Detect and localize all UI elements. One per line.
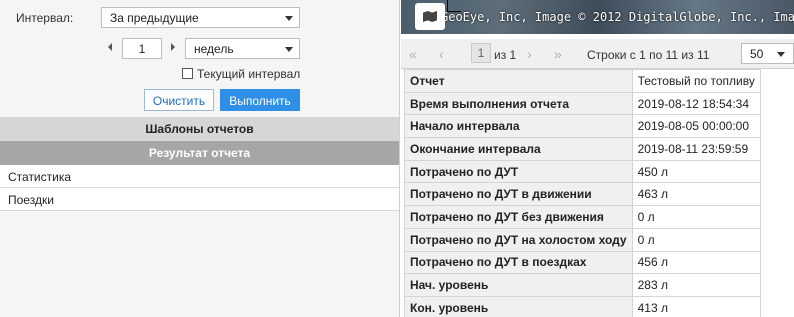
chevron-down-icon [285, 16, 293, 21]
current-interval-label[interactable]: Текущий интервал [197, 67, 300, 81]
interval-type-select[interactable]: За предыдущие [101, 7, 300, 28]
arrow-left-icon[interactable] [108, 43, 112, 51]
chevron-down-icon [285, 47, 293, 52]
table-row: Окончание интервала 2019-08-11 23:59:59 [404, 137, 761, 161]
result-item-statistics[interactable]: Статистика [0, 165, 399, 188]
report-settings-panel: Интервал: За предыдущие 1 недель Текущий… [0, 0, 400, 317]
interval-unit-select[interactable]: недель [185, 38, 300, 59]
table-row: Потрачено по ДУТ на холостом ходу 0 л [404, 227, 761, 252]
row-key: Кон. уровень [404, 295, 633, 317]
row-key: Отчет [404, 69, 633, 93]
table-row: Кон. уровень 413 л [404, 295, 761, 317]
table-row: Потрачено по ДУТ без движения 0 л [404, 205, 761, 229]
interval-label: Интервал: [16, 11, 74, 25]
current-interval-checkbox[interactable] [182, 68, 193, 79]
table-row: Потрачено по ДУТ 450 л [404, 159, 761, 184]
interval-count-input[interactable]: 1 [122, 38, 162, 59]
row-key: Потрачено по ДУТ без движения [404, 205, 633, 229]
report-table: Отчет Тестовый по топливу Время выполнени… [404, 69, 761, 317]
row-value: 456 л [631, 250, 761, 275]
map-scale-bar [447, 0, 461, 12]
page-size-value: 50 [750, 47, 764, 61]
map-icon [423, 11, 437, 22]
run-button[interactable]: Выполнить [220, 89, 300, 111]
last-page-icon[interactable]: » [554, 47, 562, 61]
interval-type-value: За предыдущие [110, 11, 199, 25]
page-size-select[interactable]: 50 [741, 43, 794, 64]
table-row: Отчет Тестовый по топливу [404, 69, 761, 93]
page-total: из 1 [494, 48, 517, 62]
chevron-down-icon [777, 52, 785, 57]
prev-page-icon[interactable]: ‹ [439, 47, 444, 61]
table-row: Потрачено по ДУТ в движении 463 л [404, 182, 761, 207]
row-value: 2019-08-11 23:59:59 [631, 137, 761, 161]
table-row: Нач. уровень 283 л [404, 273, 761, 297]
page-number-input[interactable]: 1 [471, 43, 491, 63]
table-row: Потрачено по ДУТ в поездках 456 л [404, 250, 761, 275]
row-value: 450 л [631, 159, 761, 184]
first-page-icon[interactable]: « [409, 47, 417, 61]
map-copyright: GeoEye, Inc, Image © 2012 DigitalGlobe, … [441, 10, 794, 24]
row-value: 2019-08-05 00:00:00 [631, 114, 761, 139]
clear-button[interactable]: Очистить [144, 89, 214, 111]
row-key: Потрачено по ДУТ [404, 159, 633, 184]
templates-section-header[interactable]: Шаблоны отчетов [0, 117, 399, 141]
row-key: Время выполнения отчета [404, 91, 633, 116]
map-view[interactable]: GeoEye, Inc, Image © 2012 DigitalGlobe, … [401, 0, 794, 34]
row-value: 283 л [631, 273, 761, 297]
row-key: Начало интервала [404, 114, 633, 139]
row-key: Окончание интервала [404, 137, 633, 161]
row-value: 463 л [631, 182, 761, 207]
next-page-icon[interactable]: › [527, 47, 532, 61]
pagination-bar: « ‹ 1 из 1 › » Строки с 1 по 11 из 11 50 [401, 39, 794, 69]
arrow-right-icon[interactable] [171, 43, 175, 51]
row-key: Потрачено по ДУТ в движении [404, 182, 633, 207]
result-item-trips[interactable]: Поездки [0, 188, 399, 211]
row-value: 2019-08-12 18:54:34 [631, 91, 761, 116]
row-value: 0 л [631, 205, 761, 229]
map-layers-button[interactable] [415, 3, 445, 30]
interval-unit-value: недель [194, 42, 234, 56]
rows-info: Строки с 1 по 11 из 11 [587, 48, 710, 62]
table-row: Время выполнения отчета 2019-08-12 18:54:… [404, 91, 761, 116]
row-value: 0 л [631, 227, 761, 252]
row-value: 413 л [631, 295, 761, 317]
row-value: Тестовый по топливу [631, 69, 761, 93]
table-row: Начало интервала 2019-08-05 00:00:00 [404, 114, 761, 139]
row-key: Потрачено по ДУТ на холостом ходу [404, 227, 633, 252]
row-key: Потрачено по ДУТ в поездках [404, 250, 633, 275]
row-key: Нач. уровень [404, 273, 633, 297]
report-result-panel: GeoEye, Inc, Image © 2012 DigitalGlobe, … [401, 0, 794, 317]
result-section-header[interactable]: Результат отчета [0, 141, 399, 165]
